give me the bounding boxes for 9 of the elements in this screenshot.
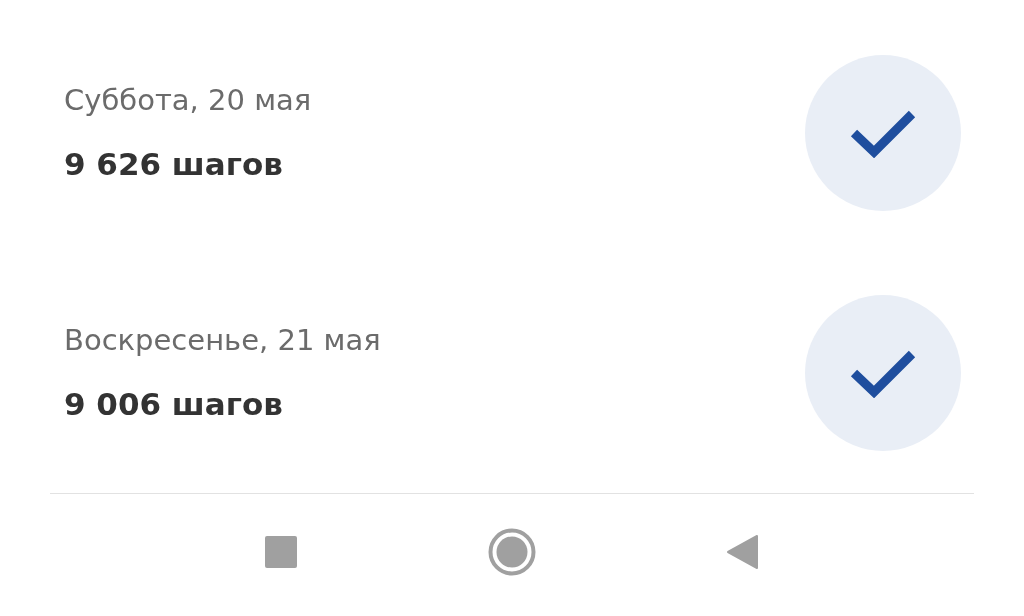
step-count: 9 626 шагов <box>64 145 284 183</box>
home-button[interactable] <box>488 528 536 576</box>
step-count: 9 006 шагов <box>64 385 284 423</box>
back-button[interactable] <box>726 534 760 570</box>
check-icon <box>850 348 916 398</box>
day-date: Суббота, 20 мая <box>64 83 312 118</box>
day-date: Воскресенье, 21 мая <box>64 323 381 358</box>
check-icon <box>850 108 916 158</box>
recents-button[interactable] <box>264 535 298 569</box>
